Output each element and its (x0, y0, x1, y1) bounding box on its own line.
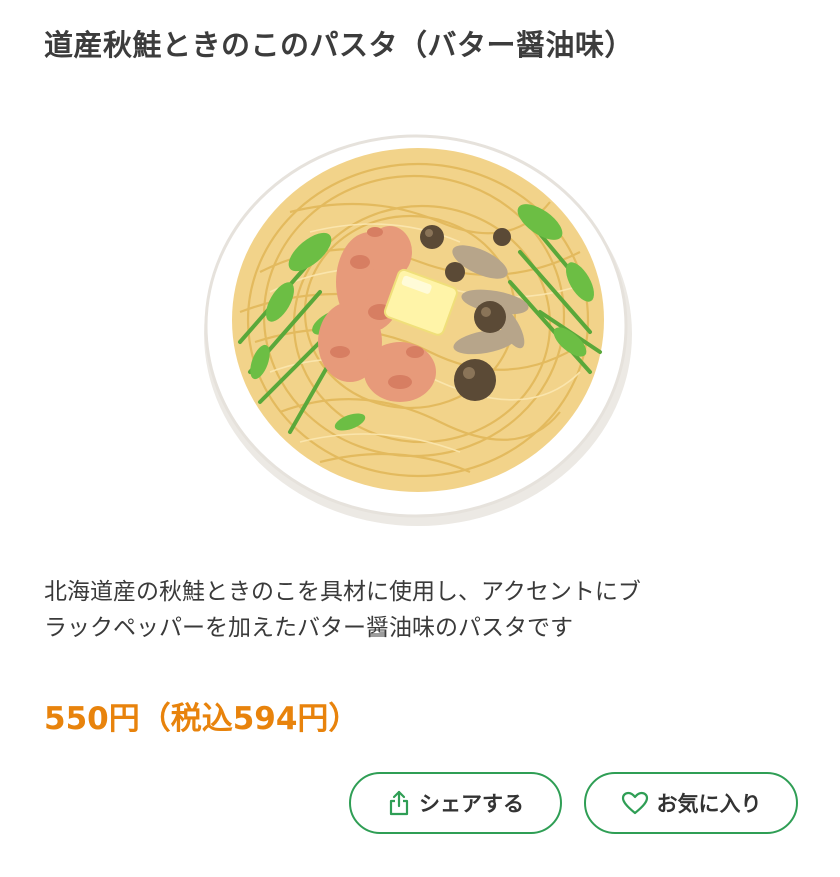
product-title: 道産秋鮭ときのこのパスタ（バター醤油味） (44, 28, 635, 62)
share-button-label: シェアする (419, 792, 524, 816)
description-line: ラックペッパーを加えたバター醤油味のパスタです (44, 615, 573, 641)
favorite-button[interactable]: お気に入り (584, 772, 798, 834)
heart-icon (621, 791, 649, 815)
description-line: 北海道産の秋鮭ときのこを具材に使用し、アクセントにブ (44, 579, 641, 605)
share-button[interactable]: シェアする (349, 772, 562, 834)
share-icon (387, 790, 411, 816)
pasta-bowl-illustration (204, 134, 632, 526)
favorite-button-label: お気に入り (656, 792, 762, 816)
product-image (200, 112, 640, 532)
product-description: 北海道産の秋鮭ときのこを具材に使用し、アクセントにブ ラックペッパーを加えたバタ… (44, 574, 804, 646)
product-price: 550円（税込594円） (44, 701, 360, 737)
